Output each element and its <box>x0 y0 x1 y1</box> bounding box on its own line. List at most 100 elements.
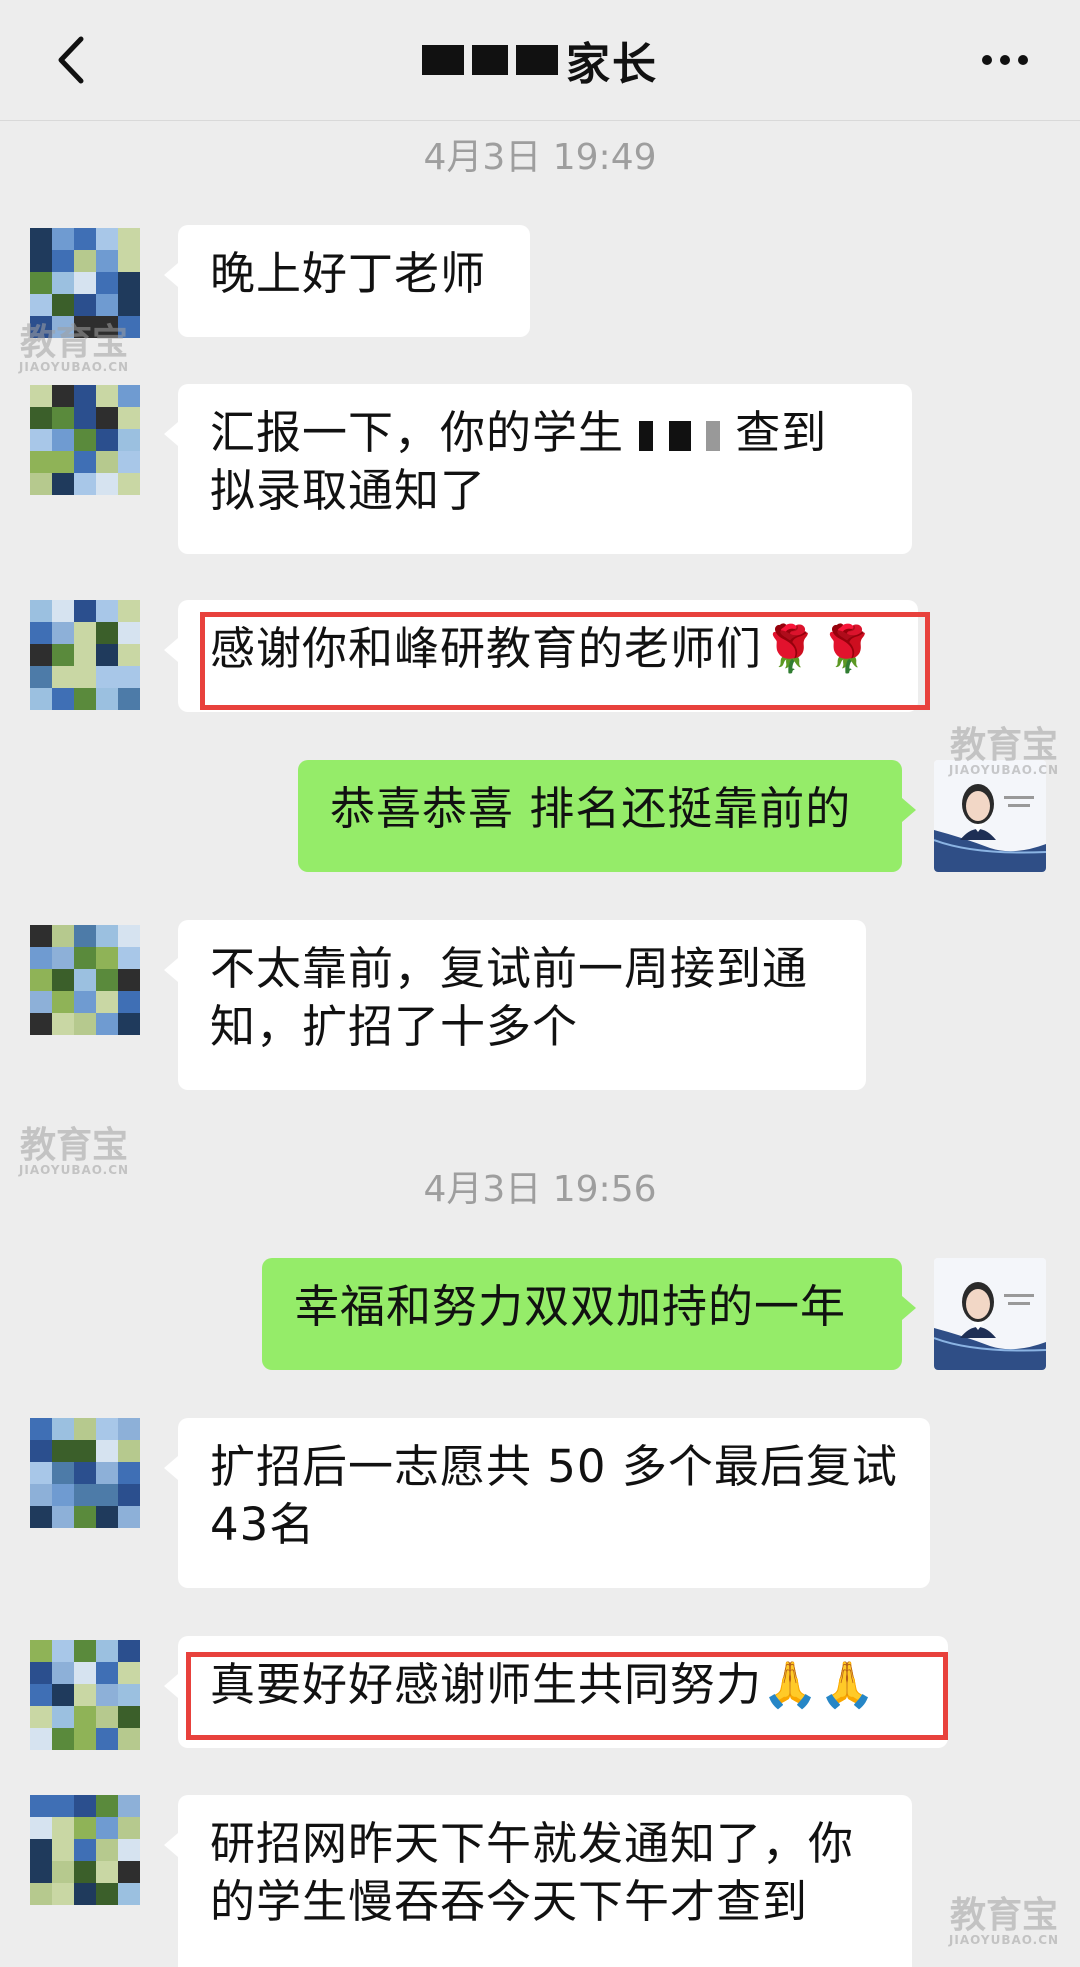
avatar-pixel <box>74 228 96 250</box>
chat-header: 家长 <box>0 0 1080 121</box>
message-text: 不太靠前，复试前一周接到通知，扩招了十多个 <box>210 942 809 1053</box>
avatar-pixel <box>52 1662 74 1684</box>
avatar-pixel <box>52 429 74 451</box>
my-avatar[interactable] <box>934 1258 1046 1370</box>
avatar-pixel <box>74 622 96 644</box>
avatar-pixel <box>74 272 96 294</box>
avatar-pixel <box>52 1484 74 1506</box>
avatar[interactable] <box>30 1640 140 1750</box>
watermark-text: JIAOYUBAO.CN <box>18 1163 130 1177</box>
avatar-pixel <box>118 1883 140 1905</box>
message-text: 恭喜恭喜 排名还挺靠前的 <box>330 782 852 835</box>
avatar-pixel <box>118 1640 140 1662</box>
message-bubble[interactable]: 恭喜恭喜 排名还挺靠前的 <box>298 760 916 872</box>
watermark-text: 教育宝 <box>19 322 128 363</box>
avatar-pixel <box>118 385 140 407</box>
highlight-box <box>186 1652 948 1740</box>
avatar-pixel <box>118 1418 140 1440</box>
avatar-pixel <box>96 1883 118 1905</box>
avatar-pixel <box>96 925 118 947</box>
message-bubble[interactable]: 扩招后一志愿共 50 多个最后复试43名 <box>164 1418 930 1588</box>
avatar-pixel <box>52 1728 74 1750</box>
avatar-pixel <box>96 407 118 429</box>
avatar-pixel <box>118 1506 140 1528</box>
avatar[interactable] <box>30 385 140 495</box>
avatar-pixel <box>96 666 118 688</box>
avatar[interactable] <box>30 925 140 1035</box>
avatar-pixel <box>118 228 140 250</box>
avatar-pixel <box>30 1817 52 1839</box>
avatar-pixel <box>118 407 140 429</box>
avatar-pixel <box>74 407 96 429</box>
avatar-pixel <box>74 429 96 451</box>
avatar-pixel <box>118 1861 140 1883</box>
avatar-pixel <box>118 947 140 969</box>
avatar-pixel <box>52 1418 74 1440</box>
message-text: 查到 <box>735 406 828 459</box>
avatar[interactable] <box>30 1795 140 1905</box>
redacted-block <box>668 421 691 451</box>
avatar-pixel <box>30 1506 52 1528</box>
avatar-pixel <box>96 1706 118 1728</box>
avatar-pixel <box>74 294 96 316</box>
watermark-text: JIAOYUBAO.CN <box>18 360 130 374</box>
avatar[interactable] <box>30 600 140 710</box>
avatar[interactable] <box>30 1418 140 1528</box>
avatar-pixel <box>30 228 52 250</box>
avatar-pixel <box>118 1440 140 1462</box>
avatar-pixel <box>118 600 140 622</box>
avatar-pixel <box>96 272 118 294</box>
avatar-pixel <box>74 250 96 272</box>
avatar-pixel <box>52 1684 74 1706</box>
avatar-pixel <box>30 1484 52 1506</box>
avatar-pixel <box>74 1484 96 1506</box>
timestamp: 4月3日 19:49 <box>423 137 657 178</box>
avatar-pixel <box>30 991 52 1013</box>
avatar-pixel <box>52 473 74 495</box>
more-button[interactable] <box>970 30 1040 90</box>
message-bubble[interactable]: 研招网昨天下午就发通知了，你的学生慢吞吞今天下午才查到 <box>164 1795 912 1967</box>
avatar-pixel <box>52 1506 74 1528</box>
avatar-pixel <box>96 1506 118 1528</box>
avatar-pixel <box>52 969 74 991</box>
avatar-pixel <box>52 294 74 316</box>
avatar-pixel <box>30 969 52 991</box>
avatar-pixel <box>74 969 96 991</box>
avatar-pixel <box>30 473 52 495</box>
avatar-pixel <box>96 600 118 622</box>
avatar-pixel <box>74 385 96 407</box>
avatar-pixel <box>30 385 52 407</box>
message-bubble[interactable]: 不太靠前，复试前一周接到通知，扩招了十多个 <box>164 920 866 1090</box>
avatar-pixel <box>30 451 52 473</box>
avatar-pixel <box>30 600 52 622</box>
avatar-pixel <box>74 947 96 969</box>
avatar-pixel <box>30 947 52 969</box>
message-bubble[interactable]: 汇报一下，你的学生 查到 拟录取通知了 <box>164 384 912 554</box>
avatar-pixel <box>52 250 74 272</box>
avatar-pixel <box>96 1013 118 1035</box>
avatar-pixel <box>52 1861 74 1883</box>
avatar-pixel <box>30 1418 52 1440</box>
avatar-pixel <box>118 1728 140 1750</box>
avatar-pixel <box>30 1462 52 1484</box>
avatar-pixel <box>74 666 96 688</box>
avatar-pixel <box>52 228 74 250</box>
message-text: 拟录取通知了 <box>210 464 487 517</box>
avatar-pixel <box>74 1883 96 1905</box>
avatar-pixel <box>30 429 52 451</box>
message-bubble[interactable]: 幸福和努力双双加持的一年 <box>262 1258 916 1370</box>
avatar-pixel <box>74 473 96 495</box>
avatar-pixel <box>96 1640 118 1662</box>
avatar-pixel <box>74 1418 96 1440</box>
chat-title-text: 家长 <box>566 39 658 90</box>
avatar-pixel <box>118 1839 140 1861</box>
avatar-pixel <box>52 666 74 688</box>
watermark-text: JIAOYUBAO.CN <box>948 763 1060 777</box>
avatar-pixel <box>96 473 118 495</box>
avatar-pixel <box>52 644 74 666</box>
message-text: 幸福和努力双双加持的一年 <box>294 1280 847 1333</box>
message-bubble[interactable]: 晚上好丁老师 <box>164 225 530 337</box>
avatar-pixel <box>118 429 140 451</box>
avatar-pixel <box>96 1795 118 1817</box>
avatar-pixel <box>74 1817 96 1839</box>
